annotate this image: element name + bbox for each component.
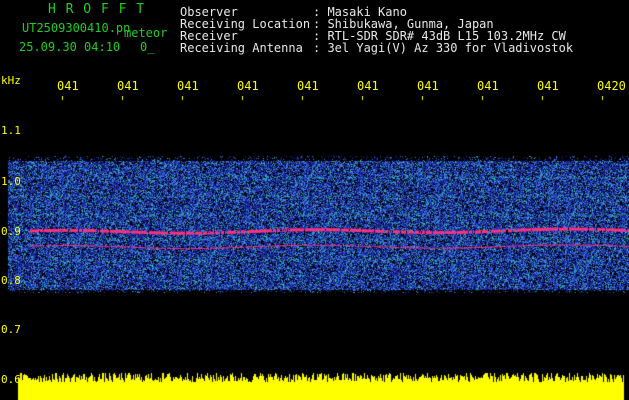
time-tick: 041 (57, 80, 79, 92)
info-antenna-value: : 3el Yagi(V) Az 330 for Vladivostok (313, 41, 574, 55)
time-tick: 041 (177, 80, 199, 92)
filename: UT2509300410.pn (22, 21, 131, 35)
y-tick-label: 0.6 (1, 373, 21, 386)
time-tick: 041 (237, 80, 259, 92)
time-tick: 041 (477, 80, 499, 92)
time-tick: 041 (417, 80, 439, 92)
y-tick-label: 0.9 (1, 225, 21, 238)
category-label: meteor (124, 26, 168, 40)
datetime: 25.09.30 04:10 (19, 40, 121, 54)
spectrogram (0, 96, 629, 400)
info-antenna-label: Receiving Antenna (180, 41, 303, 55)
count: 0_ (140, 40, 155, 54)
y-tick-label: 1.0 (1, 175, 21, 188)
y-tick-label: 1.1 (1, 124, 21, 137)
y-unit-label: kHz (1, 74, 21, 87)
time-tick: 041 (537, 80, 559, 92)
time-tick: 041 (357, 80, 379, 92)
y-tick-label: 0.7 (1, 323, 21, 336)
y-tick-label: 0.8 (1, 274, 21, 287)
time-tick: 041 (117, 80, 139, 92)
time-tick: 0420 (597, 80, 626, 92)
time-tick: 041 (297, 80, 319, 92)
station-name: H R O F F T (48, 2, 146, 17)
